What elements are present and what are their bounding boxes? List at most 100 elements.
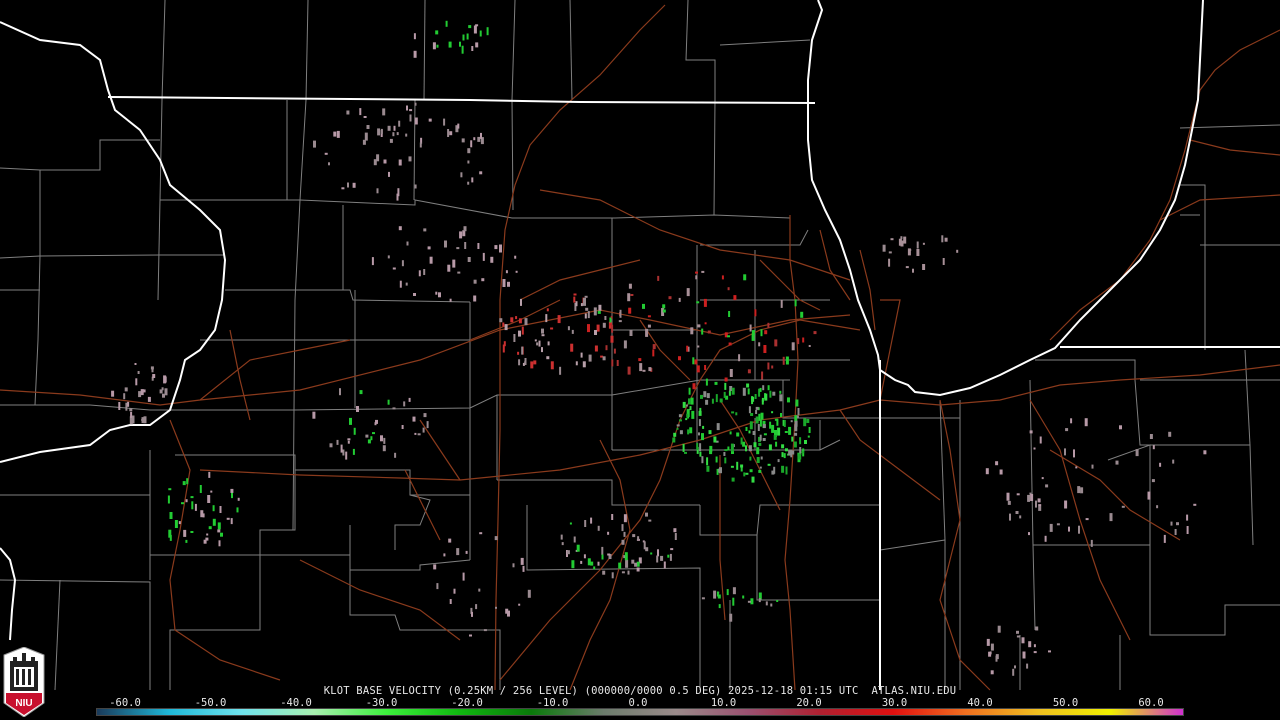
- radar-echo: [495, 606, 497, 609]
- radar-echo: [670, 548, 674, 551]
- radar-echo: [613, 348, 616, 354]
- radar-echo: [673, 528, 677, 533]
- radar-echo: [569, 522, 572, 525]
- radar-echo: [546, 308, 549, 312]
- radar-echo: [745, 445, 747, 452]
- radar-echo: [123, 393, 126, 400]
- radar-echo: [1038, 505, 1042, 511]
- radar-echo: [699, 443, 702, 452]
- radar-echo: [514, 255, 517, 259]
- radar-echo: [749, 324, 752, 332]
- radar-echo: [623, 340, 627, 349]
- radar-echo: [392, 267, 396, 270]
- radar-echo: [566, 550, 570, 555]
- radar-echo: [427, 246, 431, 250]
- radar-echo: [754, 394, 757, 399]
- radar-echo: [716, 423, 720, 431]
- radar-echo: [364, 132, 368, 141]
- radar-echo: [567, 326, 570, 331]
- radar-echo: [724, 377, 728, 382]
- radar-echo: [570, 343, 574, 352]
- radar-echo: [393, 125, 396, 131]
- radar-echo: [418, 270, 421, 277]
- radar-echo: [413, 33, 416, 40]
- radar-echo: [406, 241, 409, 246]
- radar-echo: [475, 604, 478, 610]
- radar-echo: [706, 465, 710, 472]
- radar-echo: [419, 142, 422, 148]
- radar-echo: [695, 271, 698, 274]
- radar-echo: [373, 159, 377, 166]
- radar-echo: [584, 520, 587, 527]
- radar-echo: [182, 481, 186, 486]
- radar-echo: [181, 502, 184, 505]
- radar-echo: [634, 562, 638, 567]
- radar-echo: [647, 324, 651, 328]
- radar-echo: [398, 226, 402, 231]
- radar-echo: [200, 510, 204, 518]
- radar-echo: [456, 247, 460, 250]
- radar-echo: [985, 468, 989, 475]
- radar-echo: [1016, 493, 1020, 496]
- radar-echo: [1135, 449, 1139, 457]
- radar-echo: [769, 390, 772, 398]
- radar-echo: [414, 432, 417, 435]
- radar-echo: [1039, 436, 1042, 444]
- radar-echo: [699, 451, 702, 457]
- radar-echo: [473, 295, 477, 302]
- radar-echo: [345, 451, 348, 460]
- radar-echo: [449, 298, 452, 302]
- radar-echo: [1090, 539, 1093, 547]
- radar-echo: [594, 330, 597, 335]
- radar-echo: [363, 116, 367, 118]
- radar-echo: [530, 361, 534, 369]
- radar-echo: [573, 536, 576, 543]
- radar-echo: [167, 495, 170, 504]
- radar-echo: [151, 367, 154, 373]
- radar-echo: [481, 278, 485, 282]
- radar-echo: [621, 571, 625, 574]
- radar-echo: [785, 448, 788, 452]
- radar-echo: [130, 411, 133, 418]
- radar-echo: [460, 172, 463, 178]
- radar-echo: [408, 156, 412, 162]
- radar-echo: [1068, 526, 1070, 532]
- radar-echo: [575, 301, 578, 307]
- radar-echo: [678, 356, 681, 361]
- radar-echo: [471, 177, 474, 183]
- radar-echo: [465, 550, 468, 554]
- radar-echo: [111, 390, 115, 397]
- radar-echo: [740, 437, 743, 445]
- radar-echo: [727, 335, 730, 338]
- radar-echo: [771, 424, 775, 433]
- radar-echo: [688, 387, 691, 395]
- radar-echo: [802, 337, 805, 343]
- radar-echo: [770, 603, 773, 607]
- radar-echo: [190, 496, 194, 499]
- radar-echo: [627, 570, 630, 575]
- radar-echo: [352, 182, 356, 188]
- radar-echo: [788, 450, 792, 456]
- radar-echo: [758, 342, 761, 347]
- radar-echo: [398, 159, 402, 166]
- radar-echo: [761, 371, 764, 380]
- radar-echo: [471, 46, 474, 51]
- radar-echo: [607, 553, 611, 556]
- radar-echo: [698, 419, 701, 427]
- radar-echo: [645, 328, 649, 337]
- radar-echo: [143, 416, 147, 424]
- radar-echo: [686, 413, 689, 418]
- radar-echo: [147, 396, 151, 402]
- radar-echo: [728, 390, 731, 396]
- radar-echo: [709, 450, 713, 455]
- radar-echo: [471, 611, 473, 617]
- radar-echo: [1035, 626, 1039, 631]
- radar-echo: [609, 317, 612, 323]
- radar-echo: [447, 264, 451, 272]
- radar-echo: [178, 521, 181, 525]
- radar-echo: [1022, 651, 1026, 659]
- radar-echo: [730, 465, 734, 468]
- radar-echo: [763, 345, 767, 353]
- radar-echo: [392, 132, 395, 137]
- radar-echo: [900, 240, 904, 247]
